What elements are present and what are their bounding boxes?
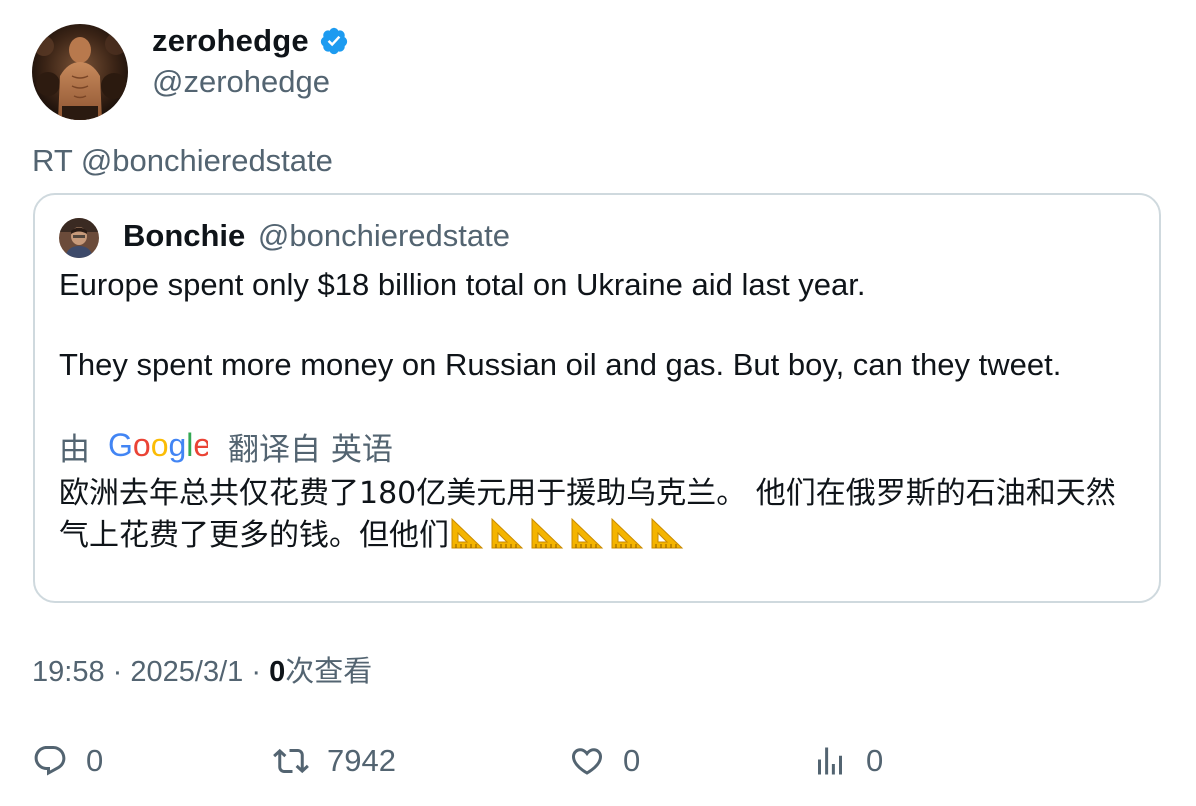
verified-badge-icon [319,26,349,56]
tweet-date[interactable]: 2025/3/1 [130,656,243,688]
triangular-ruler-emoji-row [449,517,689,553]
triangular-ruler-emoji [571,517,604,549]
tweet-meta: 19:58 · 2025/3/1 · 0次查看 [32,650,372,694]
translation-by-label: 由 [59,431,90,468]
views-count: 0 [866,743,884,778]
triangular-ruler-emoji [531,517,564,549]
svg-text:Google: Google [108,427,208,463]
quoted-author-avatar[interactable] [59,218,99,258]
quoted-tweet-card[interactable]: Bonchie @bonchieredstate Europe spent on… [33,193,1161,603]
tweet-time[interactable]: 19:58 [32,656,105,688]
views-button[interactable]: 0 [812,736,883,786]
reply-count: 0 [86,743,104,778]
quoted-paragraph-2: They spent more money on Russian oil and… [59,347,1062,382]
triangular-ruler-emoji [611,517,644,549]
view-count: 0 [269,656,286,688]
retweet-count: 7942 [327,743,396,778]
reply-icon [34,746,66,776]
retweet-icon [273,748,309,774]
author-block: zerohedge @zerohedge [152,20,349,102]
author-name-row: zerohedge [152,20,349,62]
analytics-icon [818,747,842,775]
like-count: 0 [623,743,641,778]
like-button[interactable]: 0 [569,736,640,786]
meta-separator: · [251,656,261,688]
quoted-author-header: Bonchie @bonchieredstate [123,215,510,257]
google-logo-icon: Google [108,427,208,463]
author-display-name[interactable]: zerohedge [152,23,309,59]
retweet-prefix: RT @bonchieredstate [32,143,333,178]
triangular-ruler-emoji [451,517,484,549]
quoted-paragraph-1: Europe spent only $18 billion total on U… [59,267,866,302]
action-bar: 0 7942 0 0 [0,736,1196,786]
translation-attribution: 由 Google 翻译自 英语 [59,423,393,469]
heart-icon [571,748,603,775]
triangular-ruler-emoji [651,517,684,549]
author-avatar[interactable] [32,24,128,120]
translation-source-label[interactable]: 翻译自 英语 [228,424,393,469]
triangular-ruler-emoji [491,517,524,549]
meta-separator: · [112,656,123,688]
author-handle[interactable]: @zerohedge [152,62,349,102]
quoted-display-name[interactable]: Bonchie [123,218,245,253]
quoted-tweet-text: Europe spent only $18 billion total on U… [59,265,1061,385]
views-label: 次查看 [285,656,373,688]
translated-text: 欧洲去年总共仅花费了180亿美元用于援助乌克兰。 他们在俄罗斯的石油和天然气上花… [59,473,1129,557]
tweet: zerohedge @zerohedge RT @bonchieredstate [0,0,1196,806]
reply-button[interactable]: 0 [32,736,103,786]
retweet-button[interactable]: 7942 [273,736,396,786]
quoted-handle[interactable]: @bonchieredstate [258,218,510,253]
